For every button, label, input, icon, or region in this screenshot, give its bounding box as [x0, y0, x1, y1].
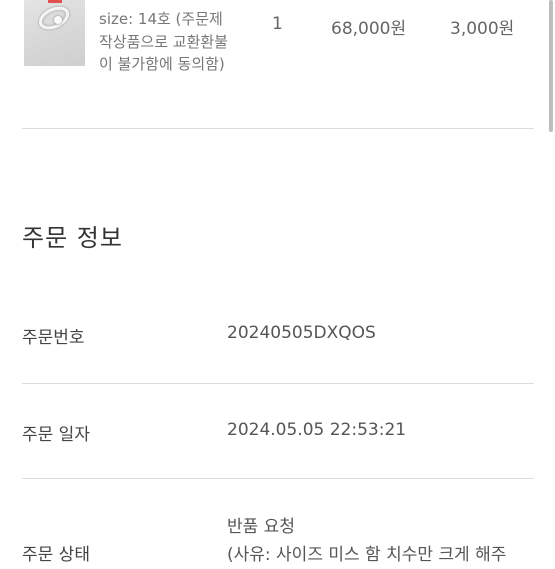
product-price: 68,000원: [331, 19, 407, 39]
product-quantity: 1: [272, 14, 283, 34]
order-info-title: 주문 정보: [22, 224, 123, 252]
order-status-text: 반품 요청: [227, 517, 295, 537]
scrollbar[interactable]: [549, 0, 553, 132]
thumbnail-tag: [48, 0, 62, 3]
divider: [22, 478, 534, 479]
order-number-label: 주문번호: [22, 328, 85, 348]
ring-stone: [54, 16, 62, 24]
product-thumbnail[interactable]: [24, 0, 85, 66]
order-date-value: 2024.05.05 22:53:21: [227, 420, 407, 440]
shipping-fee: 3,000원: [450, 19, 515, 39]
order-date-label: 주문 일자: [22, 425, 90, 445]
order-status-label: 주문 상태: [22, 545, 90, 565]
order-product-row: size: 14호 (주문제작상품으로 교환환불이 불가함에 동의함) 1 68…: [0, 0, 555, 130]
order-status-value: 반품 요청 (사유: 사이즈 미스 함 치수만 크게 해주: [227, 513, 506, 569]
divider: [22, 128, 534, 129]
order-status-reason: (사유: 사이즈 미스 함 치수만 크게 해주: [227, 545, 507, 565]
order-number-value: 20240505DXQOS: [227, 323, 376, 343]
divider: [22, 383, 534, 384]
product-option-text: size: 14호 (주문제작상품으로 교환환불이 불가함에 동의함): [99, 10, 228, 73]
